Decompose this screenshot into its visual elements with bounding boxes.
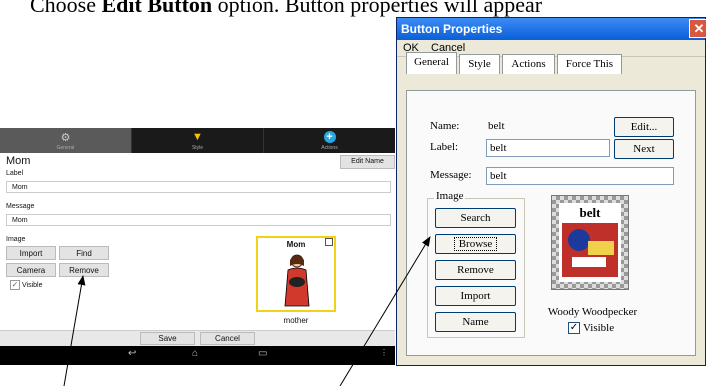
arrow-to-find bbox=[63, 275, 86, 386]
callout-arrows bbox=[63, 236, 431, 386]
arrow-to-browse bbox=[339, 236, 431, 386]
